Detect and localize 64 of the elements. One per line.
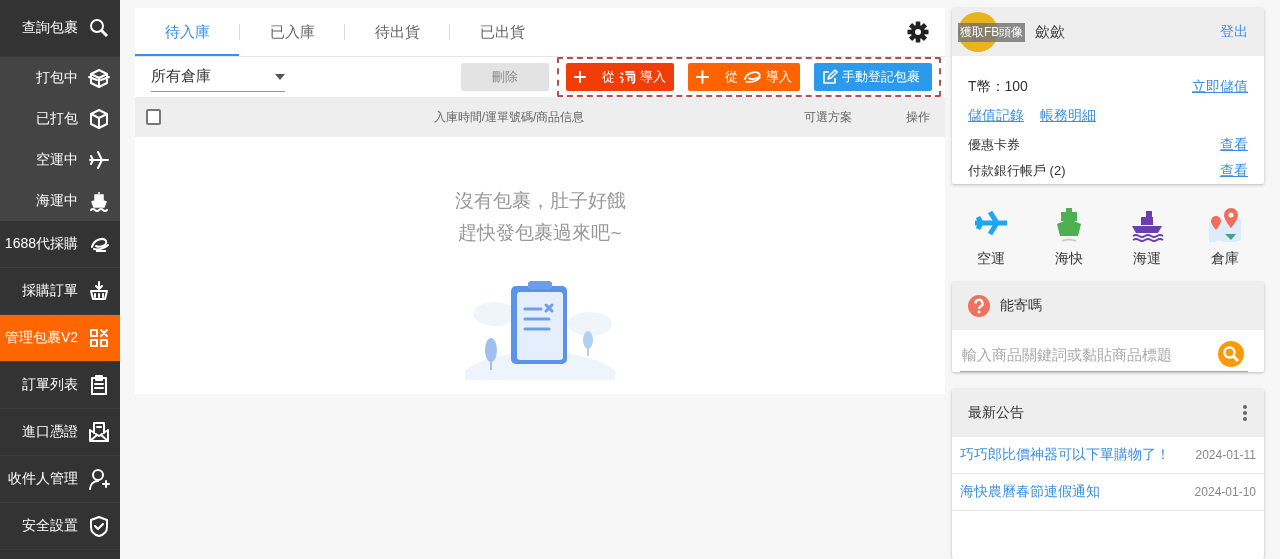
user-add-icon <box>88 468 110 490</box>
select-all-checkbox[interactable] <box>146 109 161 125</box>
tab[interactable]: 待出貨 <box>345 8 449 56</box>
news-link[interactable]: 巧巧郎比價神器可以下單購物了！ <box>960 445 1170 464</box>
view-link[interactable]: 查看 <box>1220 162 1248 180</box>
row-label: 優惠卡券 <box>968 136 1020 154</box>
news-link[interactable]: 海快農曆春節連假通知 <box>960 482 1100 501</box>
row-label: 付款銀行帳戶 (2) <box>968 162 1066 180</box>
logo-icon <box>741 70 762 84</box>
card-title: 最新公告 <box>968 403 1024 422</box>
plus-icon <box>696 70 709 84</box>
ship-icon <box>88 189 110 212</box>
map-pin-icon[interactable] <box>1207 206 1243 242</box>
column-header: 操作 <box>905 108 932 126</box>
question-icon <box>968 294 990 317</box>
search-icon <box>88 17 110 39</box>
sidebar-item[interactable]: 收件人管理 <box>0 456 120 503</box>
search-field[interactable]: 輸入商品關鍵詞或黏貼商品標題 <box>960 337 1248 372</box>
sidebar-item[interactable]: 訂單列表 <box>0 362 120 409</box>
column-header: 入庫時間/運單號碼/商品信息 <box>432 108 586 126</box>
user-name: 歛歛 <box>1035 22 1065 42</box>
service-label[interactable]: 海運 <box>1133 250 1161 268</box>
sidebar-item[interactable]: 打包中 <box>0 57 120 98</box>
clipboard-icon <box>88 374 110 396</box>
service-label[interactable]: 海快 <box>1055 250 1083 268</box>
account-link[interactable]: 帳務明細 <box>1040 107 1096 125</box>
card-title: 能寄嗎 <box>1000 296 1042 315</box>
shield-icon <box>88 515 110 537</box>
tab[interactable]: 待入庫 <box>135 8 239 56</box>
sidebar-item[interactable]: 安全設置 <box>0 503 120 550</box>
settings-icon[interactable] <box>907 21 929 43</box>
box-icon <box>88 107 110 130</box>
box-icon <box>88 66 110 89</box>
news-date: 2024-01-10 <box>1194 484 1256 499</box>
sidebar-item[interactable]: 進口憑證 <box>0 409 120 456</box>
plus-icon <box>574 70 586 84</box>
sidebar-item[interactable]: 海運中 <box>0 180 120 221</box>
logout-link[interactable]: 登出 <box>1220 23 1248 41</box>
basket-icon <box>88 280 110 302</box>
tab[interactable]: 已出貨 <box>450 8 554 56</box>
service-label[interactable]: 倉庫 <box>1211 250 1239 268</box>
avatar-button[interactable]: 獲取FB頭像 <box>958 23 1026 42</box>
sidebar-item[interactable]: 空運中 <box>0 139 120 180</box>
import-button[interactable]: 從 導入 <box>566 63 674 91</box>
caret-down-icon <box>275 73 285 80</box>
grid-icon <box>88 327 110 349</box>
account-link[interactable]: 儲值記錄 <box>968 107 1024 125</box>
news-date: 2024-01-11 <box>1195 447 1256 462</box>
warehouse-dropdown[interactable]: 所有倉庫 <box>151 62 285 92</box>
empty-message: 沒有包裹，肚子好餓 <box>454 189 626 213</box>
topup-link[interactable]: 立即儲值 <box>1192 78 1248 96</box>
sidebar-item[interactable]: 1688代採購 <box>0 221 120 268</box>
column-header: 可選方案 <box>803 108 854 126</box>
balance-text: T幣：100 <box>968 78 1028 96</box>
empty-message: 趕快發包裹過來吧~ <box>458 221 622 245</box>
logo-icon <box>618 69 636 85</box>
envelope-icon <box>88 421 110 443</box>
service-label[interactable]: 空運 <box>977 250 1005 268</box>
edit-icon <box>822 69 838 85</box>
sidebar-item[interactable]: 已打包 <box>0 98 120 139</box>
more-icon[interactable] <box>1242 403 1248 422</box>
tab[interactable]: 已入庫 <box>240 8 344 56</box>
view-link[interactable]: 查看 <box>1220 136 1248 154</box>
airplane-icon <box>88 148 110 171</box>
